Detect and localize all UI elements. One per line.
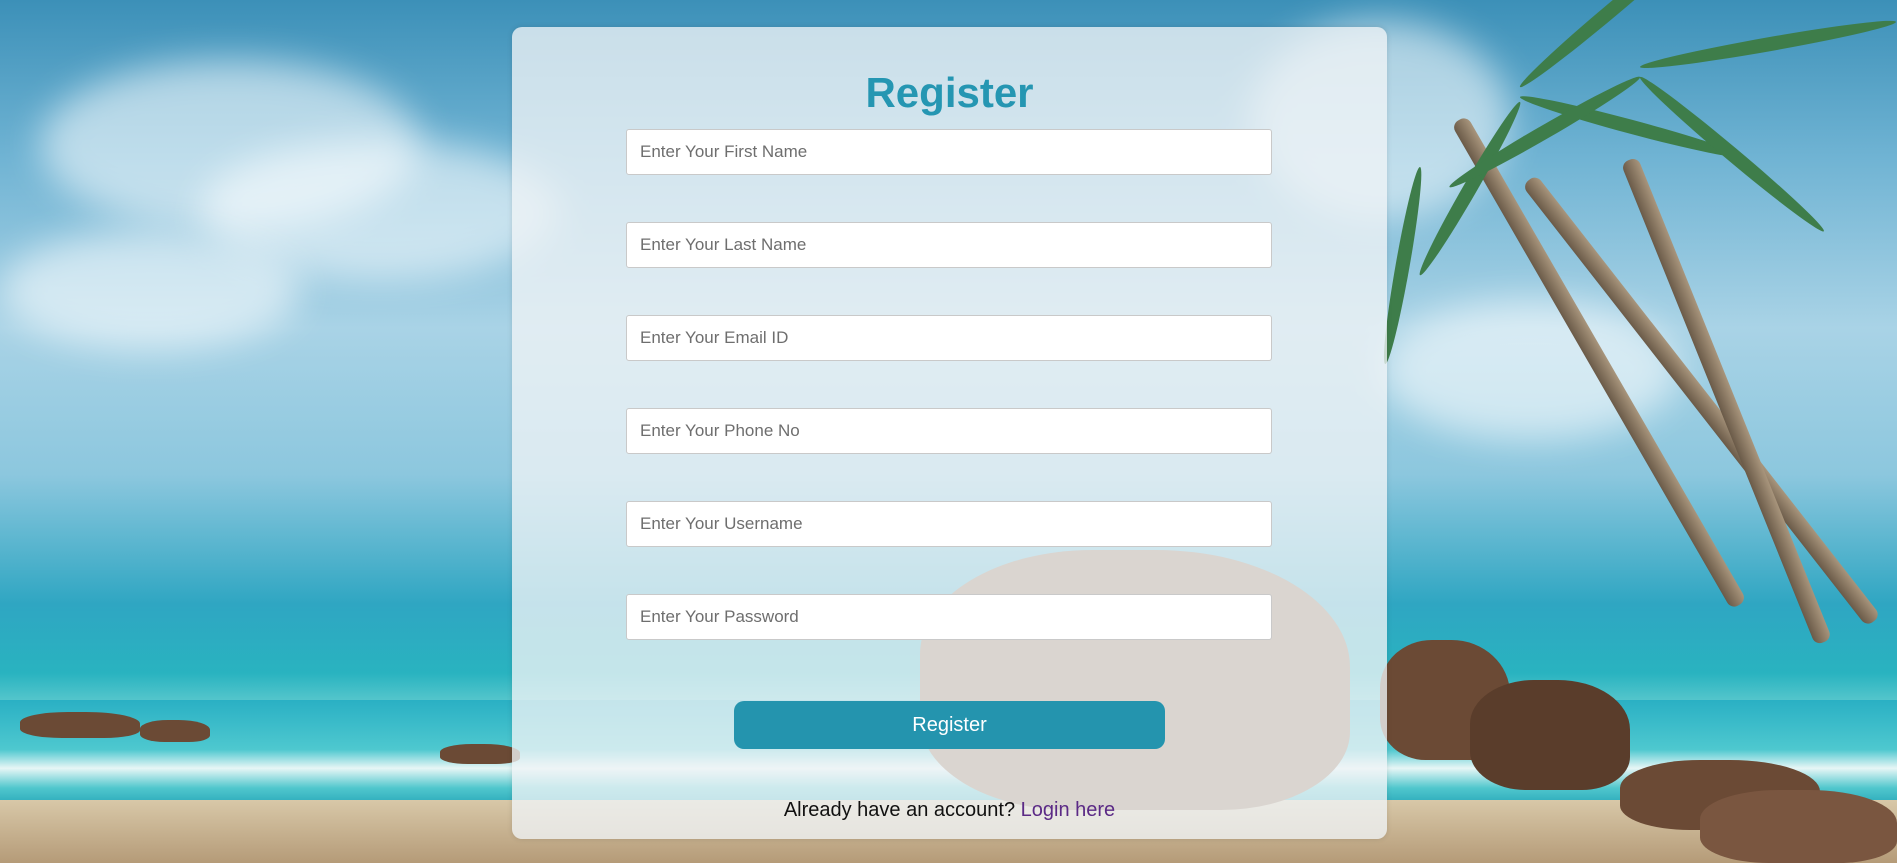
register-button[interactable]: Register [734, 701, 1165, 749]
page-title: Register [865, 69, 1034, 116]
password-input[interactable] [626, 594, 1272, 640]
last-name-input[interactable] [626, 222, 1272, 268]
login-link[interactable]: Login here [1021, 799, 1116, 821]
login-prompt: Already have an account? Login here [512, 799, 1387, 822]
first-name-input[interactable] [626, 129, 1272, 175]
register-card: Register Register Already have an accoun… [512, 27, 1387, 839]
username-input[interactable] [626, 501, 1272, 547]
phone-input[interactable] [626, 408, 1272, 454]
login-prompt-text: Already have an account? [783, 799, 1016, 821]
email-input[interactable] [626, 315, 1272, 361]
